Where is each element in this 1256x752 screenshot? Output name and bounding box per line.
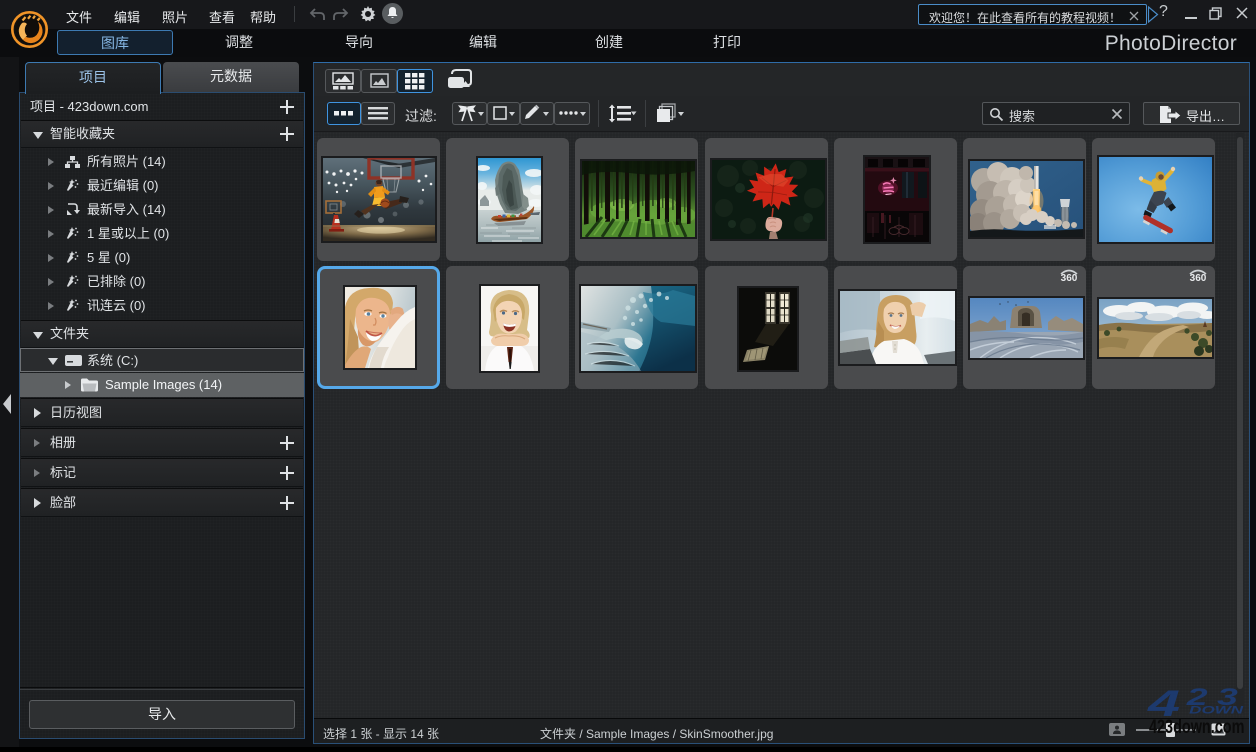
svg-text:DOWN: DOWN — [1189, 704, 1244, 716]
svg-text:423down.com: 423down.com — [1149, 716, 1244, 737]
svg-text:360: 360 — [1061, 273, 1078, 284]
svg-text:360: 360 — [1190, 273, 1207, 284]
